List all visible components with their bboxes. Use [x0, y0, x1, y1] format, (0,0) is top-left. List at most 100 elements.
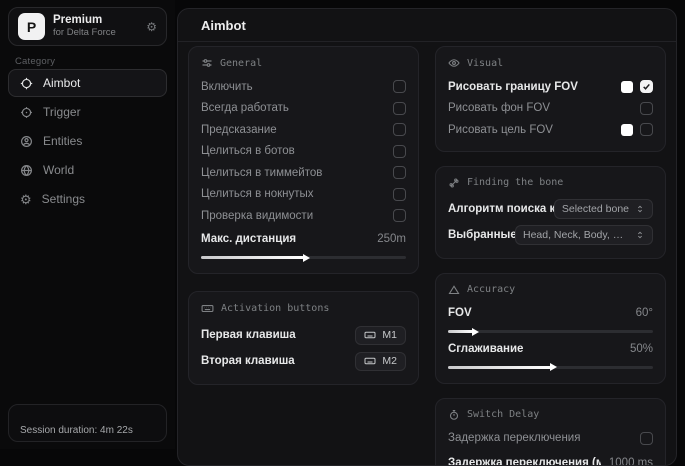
slider-fill[interactable] — [448, 330, 473, 333]
bone-card-title: Finding the bone — [448, 177, 653, 189]
setting-row: Предсказание — [201, 119, 406, 141]
checkbox[interactable] — [393, 123, 406, 136]
bone-algorithm-dropdown[interactable]: Selected bone — [554, 199, 653, 219]
sidebar-item-label: Entities — [43, 134, 82, 148]
keybind-button[interactable]: M2 — [355, 352, 406, 371]
switch-delay-card: Switch Delay Задержка переключения Задер… — [435, 398, 666, 466]
panel-header: Aimbot — [178, 9, 676, 42]
setting-label: Целиться в ботов — [201, 145, 295, 157]
checkbox[interactable] — [640, 102, 653, 115]
left-column: General Включить Всегда работать Предска… — [188, 46, 419, 466]
sidebar: P Premium for Delta Force ⚙ Category Aim… — [0, 0, 175, 449]
visual-label: Рисовать границу FOV — [448, 81, 578, 93]
bone-row: Алгоритм поиска кост Selected bone — [448, 196, 653, 222]
checkbox[interactable] — [393, 209, 406, 222]
globe-icon — [20, 164, 33, 177]
brand-text: Premium for Delta Force — [53, 14, 116, 38]
max-distance-slider[interactable] — [201, 256, 406, 259]
keybind-row: Вторая клавиша M2 — [201, 348, 406, 374]
checkbox[interactable] — [640, 432, 653, 445]
sidebar-item-world[interactable]: World — [8, 156, 167, 184]
general-card-title: General — [201, 57, 406, 69]
slider-label: Сглаживание — [448, 343, 523, 355]
category-label: Category — [15, 56, 55, 67]
checkbox[interactable] — [640, 123, 653, 136]
sidebar-item-aimbot[interactable]: Aimbot — [8, 69, 167, 97]
brand-card: P Premium for Delta Force ⚙ — [8, 7, 167, 46]
checkbox[interactable] — [393, 80, 406, 93]
slider-label: Макс. дистанция — [201, 233, 296, 245]
bone-row: Выбранные кос Head, Neck, Body, Pe.. — [448, 222, 653, 248]
checkbox[interactable] — [393, 145, 406, 158]
sidebar-item-label: Trigger — [43, 105, 81, 119]
section-title: Accuracy — [467, 284, 515, 295]
slider-fill[interactable] — [448, 366, 551, 369]
setting-label: Включить — [201, 81, 253, 93]
section-title: Switch Delay — [467, 409, 539, 420]
sidebar-item-label: Aimbot — [43, 76, 80, 90]
session-duration: Session duration: 4m 22s — [20, 425, 133, 436]
page-title: Aimbot — [201, 18, 246, 33]
section-title: Activation buttons — [221, 303, 329, 314]
gear-icon[interactable]: ⚙ — [146, 20, 157, 34]
checkbox[interactable] — [640, 80, 653, 93]
checkbox[interactable] — [393, 166, 406, 179]
dropdown-label: Алгоритм поиска кост — [448, 203, 554, 215]
checkbox[interactable] — [393, 188, 406, 201]
visual-label: Рисовать фон FOV — [448, 102, 550, 114]
setting-row: Задержка переключения — [448, 428, 653, 450]
visual-row: Рисовать границу FOV — [448, 76, 653, 98]
sidebar-nav: Aimbot Trigger Entities World ⚙ Settings — [8, 69, 167, 213]
dropdown-value: Head, Neck, Body, Pe.. — [523, 229, 629, 241]
session-box: Session duration: 4m 22s — [8, 404, 167, 442]
slider-fill[interactable] — [201, 256, 304, 259]
bone-icon — [448, 177, 460, 189]
fov-slider[interactable] — [448, 330, 653, 333]
brand-logo: P — [18, 13, 45, 40]
setting-row: Всегда работать — [201, 98, 406, 120]
keybind-label: Вторая клавиша — [201, 355, 295, 367]
chevron-up-down-icon — [635, 204, 645, 214]
smoothing-row: Сглаживание 50% — [448, 338, 653, 360]
slider-value: 250m — [377, 233, 406, 245]
setting-row: Целиться в ботов — [201, 141, 406, 163]
activation-card: Activation buttons Первая клавиша M1 Вто… — [188, 291, 419, 385]
setting-label: Задержка переключения — [448, 432, 580, 444]
sidebar-item-entities[interactable]: Entities — [8, 127, 167, 155]
color-swatch[interactable] — [621, 81, 633, 93]
setting-label: Целиться в тиммейтов — [201, 167, 322, 179]
keybind-label: Первая клавиша — [201, 329, 296, 341]
smoothing-slider[interactable] — [448, 366, 653, 369]
sidebar-item-trigger[interactable]: Trigger — [8, 98, 167, 126]
keybind-value: M2 — [382, 355, 397, 367]
section-title: Visual — [467, 58, 503, 69]
switch-delay-ms-row: Задержка переключения (мс) 1000 ms — [448, 452, 653, 466]
general-card: General Включить Всегда работать Предска… — [188, 46, 419, 274]
brand-subtitle: for Delta Force — [53, 28, 116, 39]
visual-card-title: Visual — [448, 57, 653, 69]
main-panel: Aimbot General Включить Всегда работать — [177, 8, 677, 466]
setting-row: Проверка видимости — [201, 205, 406, 227]
fov-row: FOV 60° — [448, 303, 653, 325]
crosshair-icon — [20, 77, 33, 90]
setting-row: Включить — [201, 76, 406, 98]
visual-label: Рисовать цель FOV — [448, 124, 553, 136]
slider-value: 1000 ms — [609, 457, 653, 466]
brand-title: Premium — [53, 14, 116, 27]
sidebar-item-label: Settings — [42, 192, 85, 206]
checkbox[interactable] — [393, 102, 406, 115]
selected-bones-dropdown[interactable]: Head, Neck, Body, Pe.. — [515, 225, 653, 245]
keybind-button[interactable]: M1 — [355, 326, 406, 345]
eye-icon — [448, 57, 460, 69]
keyboard-icon — [201, 302, 214, 315]
section-title: Finding the bone — [467, 177, 563, 188]
section-title: General — [220, 58, 262, 69]
setting-label: Проверка видимости — [201, 210, 313, 222]
setting-row: Целиться в тиммейтов — [201, 162, 406, 184]
sidebar-item-label: World — [43, 163, 74, 177]
keybind-row: Первая клавиша M1 — [201, 322, 406, 348]
color-swatch[interactable] — [621, 124, 633, 136]
setting-row: Целиться в нокнутых — [201, 184, 406, 206]
sidebar-item-settings[interactable]: ⚙ Settings — [8, 185, 167, 213]
entities-icon — [20, 135, 33, 148]
